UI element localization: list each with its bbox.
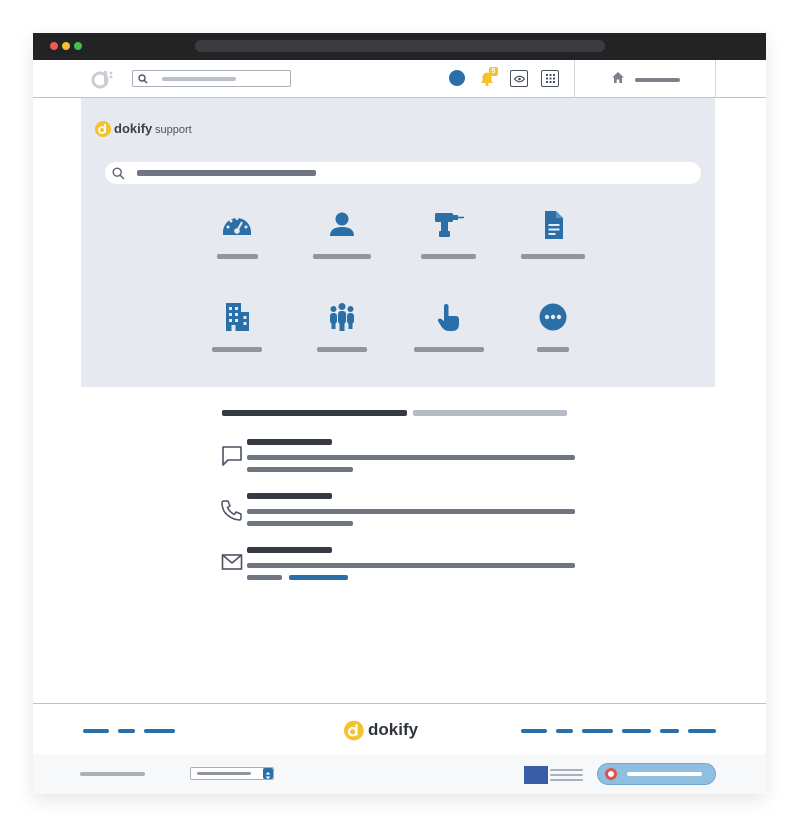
sub-footer [33,754,766,794]
support-panel: dokify support [81,98,715,387]
nav-divider [574,60,575,98]
pointer-hand-icon [437,304,459,331]
document-icon [545,211,563,239]
category-label [421,254,476,259]
phone-description [247,521,353,526]
apps-button[interactable] [541,70,559,87]
partner-text [550,774,583,776]
home-nav-item[interactable] [609,71,689,87]
category-tile[interactable] [187,302,287,352]
footer-link[interactable] [622,729,651,733]
building-icon [226,303,249,331]
phone-title[interactable] [247,493,332,499]
mail-icon[interactable] [221,553,243,571]
maximize-window-dot[interactable] [74,42,82,50]
category-tile[interactable] [503,302,603,352]
footer-link[interactable] [582,729,613,733]
category-label [414,347,484,352]
language-select[interactable] [190,767,274,780]
group-icon [330,303,354,331]
phone-description [247,509,575,514]
close-window-dot[interactable] [50,42,58,50]
chat-description [247,467,353,472]
search-placeholder [162,77,236,81]
search-placeholder [137,170,316,176]
category-label [217,254,258,259]
category-label [212,347,262,352]
contact-section [221,409,581,589]
partner-logo-icon [524,766,548,784]
footer-link[interactable] [118,729,135,733]
chat-icon[interactable] [221,445,243,467]
home-icon [612,72,624,83]
dokify-logo-icon [344,720,364,741]
support-brand: dokify support [95,120,235,138]
chat-description [247,455,575,460]
category-tile[interactable] [187,210,287,259]
dashboard-icon [223,217,251,235]
category-tile[interactable] [292,302,392,352]
category-tile[interactable] [399,302,499,352]
copyright-text [80,772,145,776]
search-icon [112,167,125,180]
contact-subheading [413,410,567,416]
brand-name: dokify [114,121,153,136]
partner-text [550,779,583,781]
mail-description [247,563,575,568]
browser-window: 5 dokify support dokify [33,33,766,794]
footer-logo[interactable]: dokify [344,719,424,741]
category-tile[interactable] [503,210,603,259]
grid-icon [546,74,555,83]
minimize-window-dot[interactable] [62,42,70,50]
top-search-input[interactable] [132,70,291,87]
language-select-value [197,772,251,775]
footer-link[interactable] [556,729,573,733]
partner-text [550,769,583,771]
select-arrows-icon [263,768,273,779]
category-tile[interactable] [399,210,499,259]
mail-title[interactable] [247,547,332,553]
mail-address-link[interactable] [289,575,348,580]
dokify-mini-logo-icon[interactable] [91,69,115,89]
drill-icon [435,213,464,237]
category-label [313,254,371,259]
footer-brand-name: dokify [368,720,419,739]
search-icon [138,74,148,84]
footer-link[interactable] [83,729,109,733]
support-search-input[interactable] [105,162,701,184]
status-dot[interactable] [449,70,465,86]
contact-heading [222,410,407,416]
eye-button[interactable] [510,70,528,87]
address-bar[interactable] [195,40,605,52]
help-chat-label [627,772,702,776]
more-icon [539,303,567,331]
lifebuoy-icon [605,768,617,780]
category-tile[interactable] [292,210,392,259]
top-navigation: 5 [33,60,766,98]
mail-description [247,575,282,580]
partner-badge[interactable] [524,766,585,784]
phone-icon[interactable] [221,499,243,521]
footer-link[interactable] [660,729,679,733]
footer-link[interactable] [521,729,547,733]
footer-link[interactable] [144,729,175,733]
dokify-logo-icon [95,121,111,137]
home-nav-label [635,78,680,82]
footer-link[interactable] [688,729,716,733]
category-label [537,347,569,352]
notification-badge: 5 [489,67,498,76]
footer: dokify [33,703,766,754]
brand-section: support [155,124,192,136]
chat-title[interactable] [247,439,332,445]
help-chat-button[interactable] [597,763,716,785]
category-label [317,347,367,352]
browser-titlebar [33,33,766,60]
user-icon [330,212,354,236]
category-label [521,254,585,259]
nav-divider [715,60,716,98]
eye-icon [514,75,525,83]
